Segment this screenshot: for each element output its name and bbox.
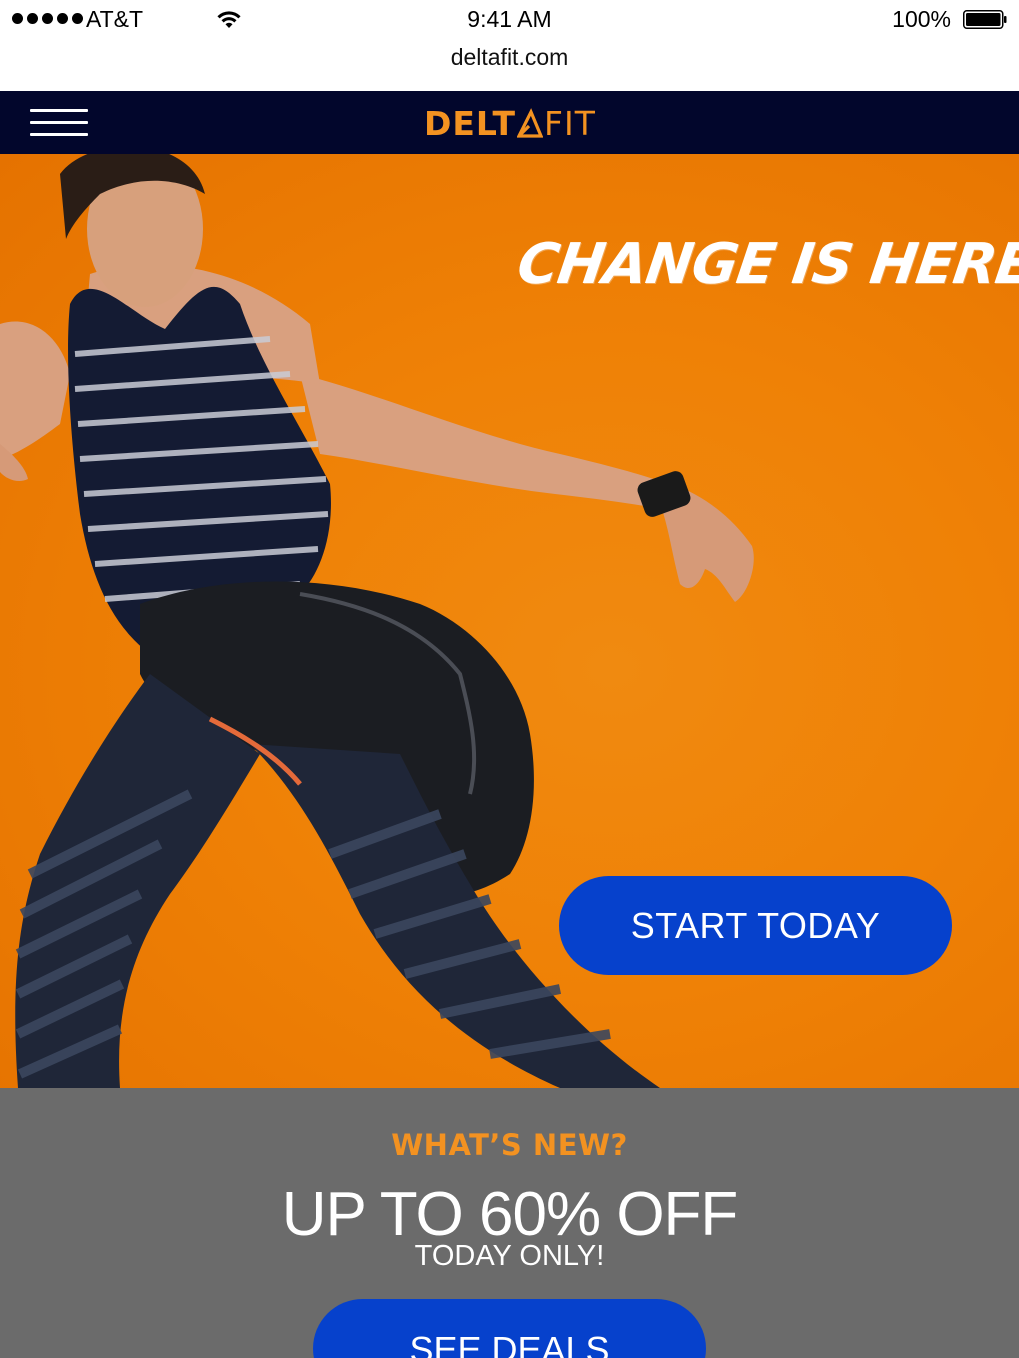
logo-text-delt: DELT (424, 103, 517, 143)
status-bar: AT&T 9:41 AM 100% (0, 0, 1019, 40)
promo-eyebrow: WHAT’S NEW? (391, 1128, 628, 1162)
promo-headline: UP TO 60% OFF (281, 1180, 739, 1249)
promo-subline: TODAY ONLY! (414, 1240, 605, 1272)
promo-section: WHAT’S NEW? UP TO 60% OFF TODAY ONLY! SE… (0, 1088, 1019, 1358)
deltafit-logo[interactable]: DELT FIT (424, 101, 596, 145)
page: AT&T 9:41 AM 100% deltafit.com DELT FIT … (0, 0, 1019, 1358)
site-header: DELT FIT (0, 91, 1019, 154)
hero-banner: CHANGE IS HERE. START TODAY (0, 154, 1019, 1088)
menu-icon[interactable] (30, 109, 88, 137)
url-text[interactable]: deltafit.com (0, 44, 1019, 71)
hero-headline: CHANGE IS HERE. (513, 232, 1019, 297)
logo-text-fit: FIT (544, 103, 596, 143)
battery-percent: 100% (892, 6, 951, 32)
see-deals-button[interactable]: SEE DEALS (313, 1299, 706, 1358)
delta-logo-icon (517, 108, 544, 138)
address-bar[interactable]: deltafit.com (0, 40, 1019, 91)
status-time: 9:41 AM (467, 6, 552, 32)
battery-icon (963, 10, 1007, 29)
start-today-button[interactable]: START TODAY (559, 876, 952, 975)
